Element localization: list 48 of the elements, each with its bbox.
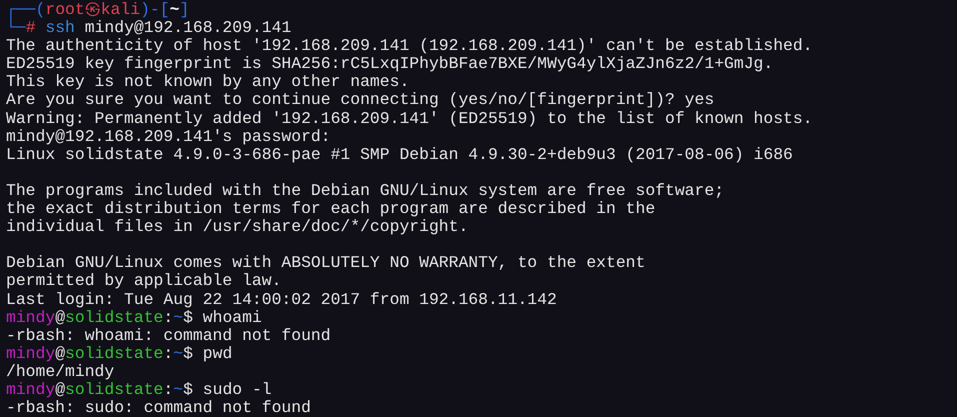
prompt-sigil: $ <box>183 344 193 363</box>
prompt-frame: ] <box>179 0 190 19</box>
prompt-sigil: $ <box>183 380 193 399</box>
prompt-separator: : <box>163 380 174 399</box>
prompt-separator: : <box>163 344 174 363</box>
prompt-directory: ~ <box>170 0 180 19</box>
prompt-host: kali <box>100 0 140 19</box>
prompt-host: solidstate <box>65 344 164 363</box>
prompt-frame: )-[ <box>140 0 170 19</box>
command-text: whoami <box>202 308 262 327</box>
prompt-symbol: ㉿ <box>84 0 101 19</box>
prompt-user: mindy <box>6 308 56 327</box>
prompt-user: root <box>45 0 85 19</box>
command-text: sudo -l <box>202 380 272 399</box>
output-line: -rbash: whoami: command not found <box>6 326 331 345</box>
prompt-at: @ <box>55 308 66 327</box>
prompt-user: mindy <box>6 344 56 363</box>
prompt-sigil: # <box>26 18 36 38</box>
prompt-frame: ┌──( <box>6 0 46 19</box>
prompt-path: ~ <box>173 380 184 399</box>
output-line: -rbash: sudo: command not found <box>6 398 311 417</box>
prompt-at: @ <box>55 344 66 363</box>
output-line: the exact distribution terms for each program are described in the <box>6 199 656 218</box>
prompt-at: @ <box>55 380 66 399</box>
output-line: The authenticity of host '192.168.209.141 (192.168.209.141)' can't be established. <box>6 36 813 56</box>
prompt-path: ~ <box>173 344 184 363</box>
command-arguments: mindy@192.168.209.141 <box>84 18 292 38</box>
prompt-host: solidstate <box>65 308 164 327</box>
prompt-path: ~ <box>173 308 184 327</box>
output-line: Debian GNU/Linux comes with ABSOLUTELY NO WARRANTY, to the extent <box>6 253 646 272</box>
output-line: ED25519 key fingerprint is SHA256:rC5LxqIPhybBFae7BXE/MWyG4ylXjaZJn6z2/1+GmJg. <box>6 54 774 74</box>
output-line: The programs included with the Debian GNU/Linux system are free software; <box>6 180 724 200</box>
prompt-user: mindy <box>6 380 56 399</box>
output-line: Linux solidstate 4.9.0-3-686-pae #1 SMP Debian 4.9.30-2+deb9u3 (2017-08-06) i686 <box>6 144 793 164</box>
output-line: Last login: Tue Aug 22 14:00:02 2017 from 192.168.11.142 <box>6 290 557 308</box>
output-line: permitted by applicable law. <box>6 271 282 290</box>
command-name: ssh <box>45 18 75 38</box>
command-text: pwd <box>202 344 232 363</box>
output-line: individual files in /usr/share/doc/*/copyright. <box>6 217 468 236</box>
prompt-separator: : <box>163 308 174 327</box>
prompt-host: solidstate <box>65 380 164 399</box>
prompt-sigil: $ <box>183 308 193 327</box>
output-line: This key is not known by any other names. <box>6 72 410 92</box>
output-line: mindy@192.168.209.141's password: <box>6 126 331 146</box>
prompt-frame: └─ <box>6 18 26 38</box>
output-line: Warning: Permanently added '192.168.209.141' (ED25519) to the list of known hosts. <box>6 108 813 128</box>
output-line: /home/mindy <box>6 362 114 381</box>
output-line: Are you sure you want to continue connecting (yes/no/[fingerprint])? yes <box>6 90 714 110</box>
